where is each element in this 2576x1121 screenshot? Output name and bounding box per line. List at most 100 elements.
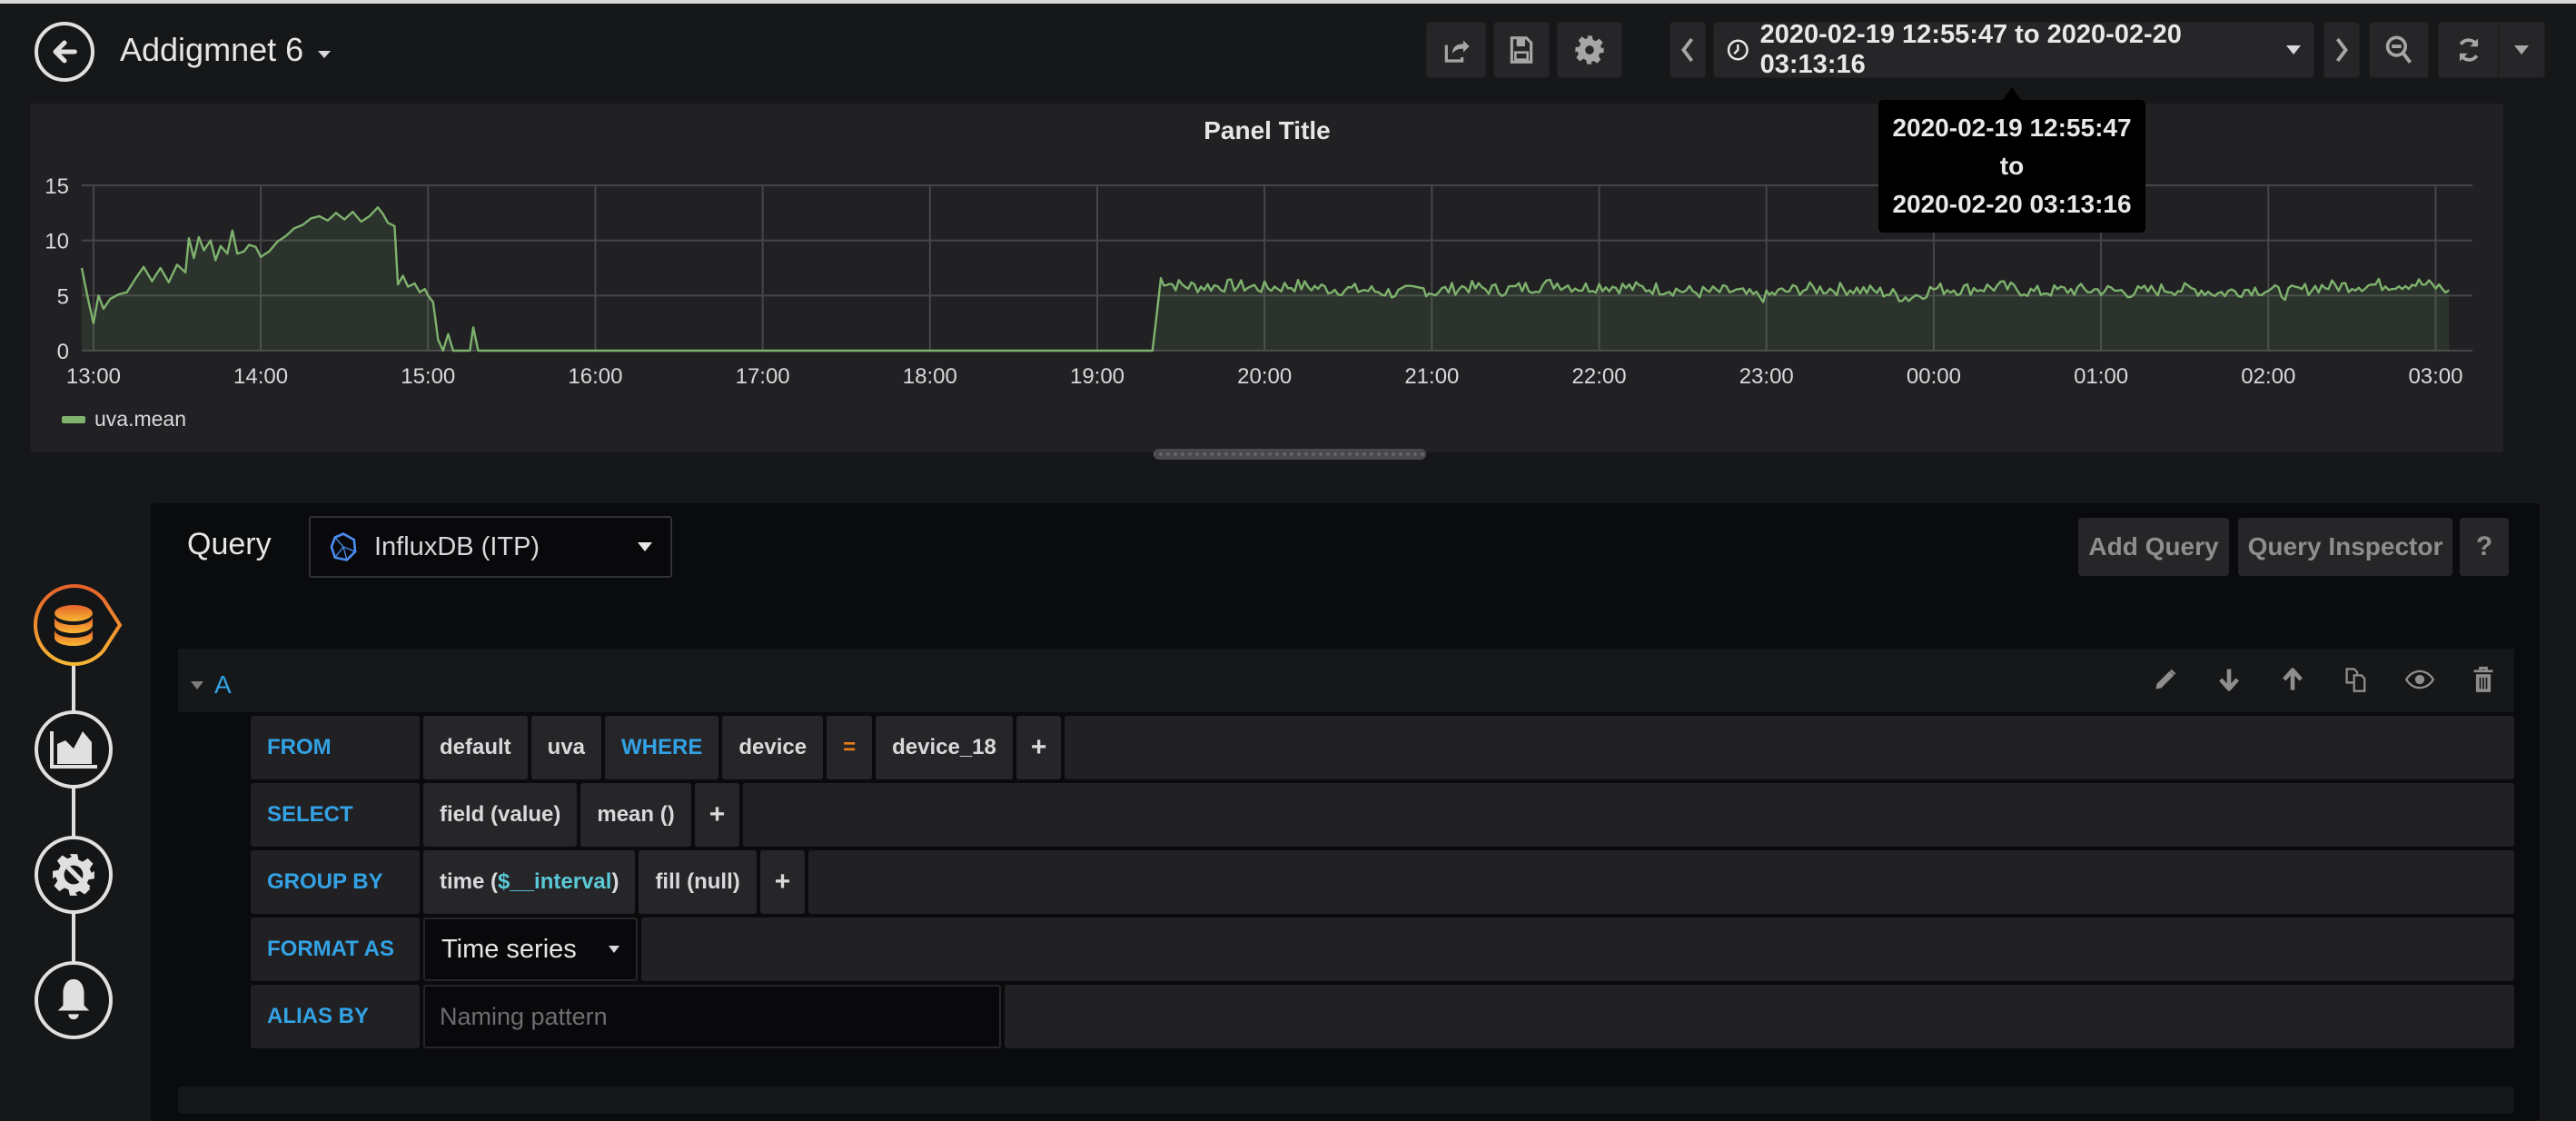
- refresh-button[interactable]: [2439, 23, 2499, 77]
- from-row: FROM default uva WHERE device = device_1…: [251, 716, 2514, 779]
- time-forward-button[interactable]: [2323, 22, 2360, 78]
- edit-raw-query-button[interactable]: [2151, 663, 2180, 696]
- tag-operator-segment[interactable]: =: [827, 716, 873, 779]
- time-range-picker[interactable]: 2020-02-19 12:55:47 to 2020-02-20 03:13:…: [1713, 20, 2314, 79]
- aggregation-segment[interactable]: mean (): [580, 783, 691, 847]
- refresh-interval-dropdown[interactable]: [2499, 45, 2544, 55]
- query-ref-id: A: [214, 670, 232, 699]
- caret-down-icon: [2286, 45, 2301, 55]
- tag-key-segment[interactable]: device: [722, 716, 824, 779]
- y-tick-label: 10: [45, 230, 69, 254]
- move-up-button[interactable]: [2278, 663, 2307, 696]
- time-suffix: ): [611, 869, 619, 894]
- zoom-out-button[interactable]: [2369, 22, 2429, 78]
- tooltip-sep: to: [1999, 152, 2025, 180]
- row-filler: [1065, 716, 2514, 779]
- dashboard-title[interactable]: Addigmnet 6: [120, 31, 332, 69]
- tag-value-segment[interactable]: device_18: [876, 716, 1013, 779]
- nav-connector-line: [72, 663, 75, 972]
- toggle-visibility-button[interactable]: [2405, 663, 2434, 696]
- x-tick-label: 21:00: [1404, 364, 1459, 389]
- arrow-up-icon: [2283, 668, 2303, 690]
- share-icon: [1444, 40, 1470, 63]
- back-arrow-icon: [53, 40, 77, 64]
- duplicate-query-button[interactable]: [2342, 663, 2371, 696]
- x-tick-label: 20:00: [1237, 364, 1292, 389]
- retention-policy-segment[interactable]: default: [423, 716, 528, 779]
- caret-down-icon: [2514, 45, 2529, 55]
- measurement-segment[interactable]: uva: [530, 716, 602, 779]
- time-prefix: time (: [440, 869, 499, 894]
- query-row-toggle[interactable]: A: [191, 670, 232, 699]
- move-down-button[interactable]: [2214, 663, 2244, 696]
- legend-item[interactable]: uva.mean: [62, 407, 186, 432]
- format-as-keyword: FORMAT AS: [251, 918, 420, 981]
- legend-label: uva.mean: [94, 407, 187, 431]
- x-tick-label: 22:00: [1572, 364, 1627, 389]
- group-by-keyword: GROUP BY: [251, 850, 420, 914]
- gear-icon: [1575, 35, 1604, 64]
- query-inspector-button[interactable]: Query Inspector: [2238, 518, 2452, 576]
- save-icon: [1510, 36, 1533, 64]
- save-button[interactable]: [1493, 22, 1550, 78]
- nav-item-visualization[interactable]: [35, 710, 113, 789]
- y-tick-label: 0: [57, 340, 69, 364]
- nav-item-general[interactable]: [35, 836, 113, 914]
- chevron-right-icon: [2335, 37, 2348, 63]
- datasource-name: InfluxDB (ITP): [374, 531, 540, 561]
- dashboard-title-text: Addigmnet 6: [120, 31, 304, 68]
- nav-item-queries[interactable]: [33, 583, 124, 667]
- copy-icon: [2345, 668, 2366, 692]
- bell-icon: [57, 978, 90, 1020]
- influxdb-icon: [330, 532, 357, 561]
- add-select-button[interactable]: +: [694, 783, 740, 847]
- panel-resize-handle[interactable]: [1154, 449, 1426, 460]
- time-back-button[interactable]: [1669, 22, 1706, 78]
- alias-by-row: ALIAS BY: [251, 985, 2514, 1048]
- legend-swatch: [62, 415, 85, 423]
- x-tick-label: 14:00: [233, 364, 288, 389]
- row-filler: [743, 783, 2514, 847]
- interval-variable: $__interval: [498, 869, 612, 894]
- eye-icon: [2405, 670, 2434, 689]
- datasource-picker[interactable]: InfluxDB (ITP): [309, 516, 672, 578]
- time-range-tooltip: 2020-02-19 12:55:47 to 2020-02-20 03:13:…: [1878, 87, 2145, 233]
- settings-button[interactable]: [1557, 22, 1622, 78]
- window-top-border: [0, 0, 2576, 4]
- share-button[interactable]: [1426, 22, 1486, 78]
- x-tick-label: 17:00: [736, 364, 790, 389]
- nav-item-alert[interactable]: [35, 961, 113, 1039]
- caret-down-icon: [318, 51, 332, 58]
- caret-down-icon: [638, 542, 652, 551]
- query-heading: Query: [187, 527, 272, 561]
- x-tick-label: 02:00: [2241, 364, 2295, 389]
- back-button[interactable]: [35, 22, 94, 82]
- x-tick-label: 15:00: [401, 364, 455, 389]
- x-tick-label: 01:00: [2074, 364, 2128, 389]
- alias-by-keyword: ALIAS BY: [251, 985, 420, 1048]
- format-as-select[interactable]: Time series: [423, 918, 638, 981]
- query-row-header: A: [178, 649, 2514, 712]
- from-keyword: FROM: [251, 716, 420, 779]
- refresh-button-group[interactable]: [2438, 22, 2545, 78]
- group-by-row: GROUP BY time ( $__interval ) fill (null…: [251, 850, 2514, 914]
- collapse-caret-icon: [191, 680, 203, 689]
- add-query-button[interactable]: Add Query: [2078, 518, 2229, 576]
- add-where-button[interactable]: +: [1016, 716, 1062, 779]
- select-row: SELECT field (value) mean () +: [251, 783, 2514, 847]
- trash-icon: [2473, 666, 2493, 692]
- delete-query-button[interactable]: [2469, 663, 2498, 696]
- format-as-value: Time series: [441, 934, 577, 964]
- clock-icon: [1727, 39, 1749, 61]
- tooltip-from: 2020-02-19 12:55:47: [1892, 114, 2132, 142]
- group-by-time-segment[interactable]: time ( $__interval ): [423, 850, 636, 914]
- field-segment[interactable]: field (value): [423, 783, 578, 847]
- help-button[interactable]: ?: [2460, 518, 2509, 576]
- add-group-by-button[interactable]: +: [759, 850, 806, 914]
- alias-by-input[interactable]: [423, 985, 1001, 1048]
- nav-active-marker: [34, 583, 123, 667]
- pencil-icon: [2155, 669, 2176, 689]
- x-tick-label: 16:00: [568, 364, 622, 389]
- fill-segment[interactable]: fill (null): [639, 850, 757, 914]
- row-filler: [808, 850, 2514, 914]
